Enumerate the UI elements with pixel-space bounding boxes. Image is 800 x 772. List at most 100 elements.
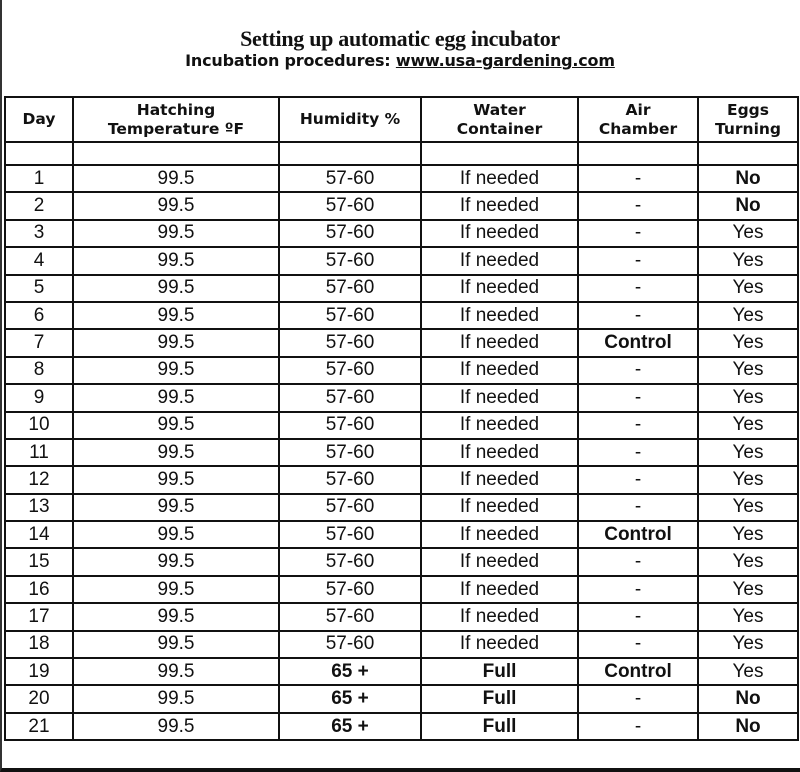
cell-humidity: 57-60 — [278, 492, 422, 523]
cell-air-chamber: - — [577, 602, 699, 632]
table-row: 10 99.5 57-60 If needed - Yes — [4, 410, 799, 440]
cell-air-chamber: - — [577, 465, 699, 495]
column-header-eggs-turning: Eggs Turning — [697, 96, 799, 143]
header-line: Day — [22, 110, 56, 128]
cell-temperature: 99.5 — [72, 383, 280, 413]
cell-eggs-turning: No — [697, 684, 799, 714]
empty-row — [4, 141, 799, 166]
cell-water-container: If needed — [420, 328, 579, 358]
table-row: 13 99.5 57-60 If needed - Yes — [4, 492, 799, 523]
cell-eggs-turning: Yes — [697, 300, 799, 331]
cell-day: 15 — [4, 547, 74, 577]
cell-water-container: Full — [420, 657, 579, 687]
cell-humidity: 57-60 — [278, 218, 422, 249]
cell-day: 3 — [4, 218, 74, 249]
cell-eggs-turning: Yes — [697, 547, 799, 577]
cell-eggs-turning: No — [697, 191, 799, 221]
cell-air-chamber: - — [577, 629, 699, 660]
table-row: 2 99.5 57-60 If needed - No — [4, 191, 799, 221]
table-row: 16 99.5 57-60 If needed - Yes — [4, 574, 799, 605]
cell-day: 14 — [4, 520, 74, 550]
cell-water-container: Full — [420, 684, 579, 714]
table-row: 5 99.5 57-60 If needed - Yes — [4, 273, 799, 303]
table-row: 17 99.5 57-60 If needed - Yes — [4, 602, 799, 632]
cell-temperature: 99.5 — [72, 355, 280, 386]
cell-air-chamber: - — [577, 300, 699, 331]
cell-temperature: 99.5 — [72, 629, 280, 660]
cell-temperature: 99.5 — [72, 300, 280, 331]
table-row: 8 99.5 57-60 If needed - Yes — [4, 355, 799, 386]
cell-eggs-turning: No — [697, 163, 799, 194]
cell-eggs-turning: Yes — [697, 246, 799, 276]
cell-eggs-turning: Yes — [697, 629, 799, 660]
cell-humidity: 65 + — [278, 711, 422, 742]
cell-water-container: If needed — [420, 273, 579, 303]
cell-humidity: 57-60 — [278, 383, 422, 413]
cell-water-container: If needed — [420, 465, 579, 495]
cell-humidity: 57-60 — [278, 273, 422, 303]
cell-air-chamber: - — [577, 163, 699, 194]
cell-day: 18 — [4, 629, 74, 660]
cell-day: 6 — [4, 300, 74, 331]
column-header-air-chamber: Air Chamber — [577, 96, 699, 143]
cell-temperature: 99.5 — [72, 328, 280, 358]
header-line: Chamber — [598, 119, 678, 138]
cell-water-container: If needed — [420, 163, 579, 194]
cell-temperature: 99.5 — [72, 657, 280, 687]
cell-air-chamber: - — [577, 246, 699, 276]
column-header-humidity: Humidity % — [278, 96, 422, 143]
cell-water-container: If needed — [420, 547, 579, 577]
cell-temperature: 99.5 — [72, 273, 280, 303]
cell-humidity: 65 + — [278, 684, 422, 714]
cell-humidity: 57-60 — [278, 547, 422, 577]
cell-air-chamber: - — [577, 711, 699, 742]
empty-cell — [4, 141, 74, 166]
cell-air-chamber: Control — [577, 657, 699, 687]
cell-temperature: 99.5 — [72, 684, 280, 714]
table-row: 4 99.5 57-60 If needed - Yes — [4, 246, 799, 276]
cell-air-chamber: - — [577, 273, 699, 303]
cell-humidity: 57-60 — [278, 191, 422, 221]
cell-water-container: If needed — [420, 191, 579, 221]
cell-temperature: 99.5 — [72, 246, 280, 276]
header-line: Humidity % — [299, 110, 401, 128]
cell-day: 10 — [4, 410, 74, 440]
table-row: 21 99.5 65 + Full - No — [4, 711, 799, 742]
cell-water-container: If needed — [420, 520, 579, 550]
cell-temperature: 99.5 — [72, 437, 280, 468]
cell-humidity: 57-60 — [278, 246, 422, 276]
header-line: Air — [625, 100, 651, 119]
cell-temperature: 99.5 — [72, 492, 280, 523]
cell-water-container: If needed — [420, 602, 579, 632]
cell-humidity: 57-60 — [278, 437, 422, 468]
header-line: Container — [456, 119, 543, 138]
empty-cell — [577, 141, 699, 166]
incubation-table: Day Hatching Temperature ºF Humidity % Water… — [4, 96, 799, 742]
cell-day: 21 — [4, 711, 74, 742]
header-line: Water — [473, 100, 526, 119]
cell-air-chamber: - — [577, 547, 699, 577]
table-row: 6 99.5 57-60 If needed - Yes — [4, 300, 799, 331]
cell-humidity: 57-60 — [278, 300, 422, 331]
header-row: Day Hatching Temperature ºF Humidity % Water… — [4, 96, 799, 143]
cell-eggs-turning: Yes — [697, 410, 799, 440]
cell-air-chamber: - — [577, 355, 699, 386]
cell-humidity: 57-60 — [278, 574, 422, 605]
cell-day: 2 — [4, 191, 74, 221]
cell-humidity: 57-60 — [278, 520, 422, 550]
cell-eggs-turning: Yes — [697, 492, 799, 523]
table-row: 3 99.5 57-60 If needed - Yes — [4, 218, 799, 249]
subtitle-prefix: Incubation procedures: — [185, 51, 396, 70]
cell-eggs-turning: Yes — [697, 328, 799, 358]
source-link[interactable]: www.usa-gardening.com — [396, 51, 615, 70]
cell-day: 5 — [4, 273, 74, 303]
cell-air-chamber: - — [577, 383, 699, 413]
cell-eggs-turning: Yes — [697, 383, 799, 413]
cell-day: 11 — [4, 437, 74, 468]
cell-air-chamber: - — [577, 574, 699, 605]
table-row: 15 99.5 57-60 If needed - Yes — [4, 547, 799, 577]
cell-temperature: 99.5 — [72, 465, 280, 495]
cell-day: 9 — [4, 383, 74, 413]
cell-eggs-turning: Yes — [697, 602, 799, 632]
empty-cell — [420, 141, 579, 166]
